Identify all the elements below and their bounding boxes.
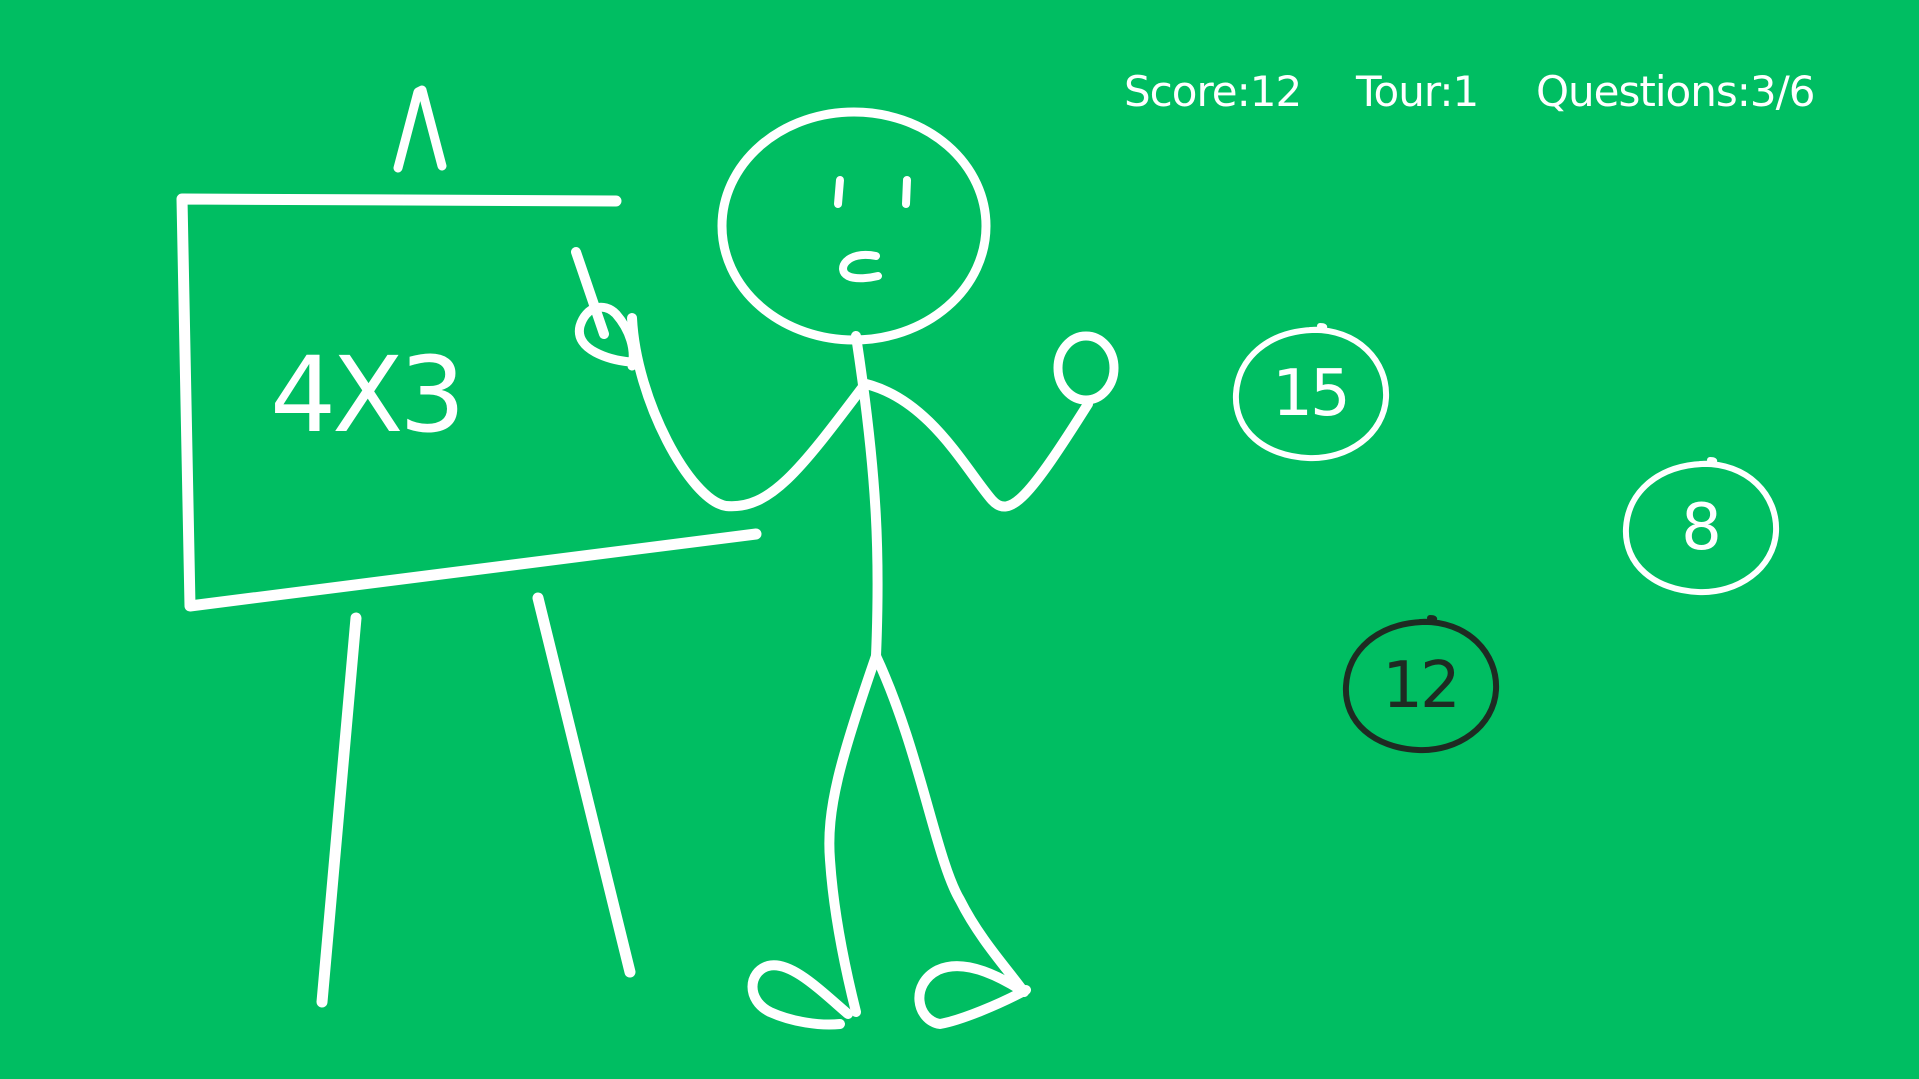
easel-left-leg	[316, 612, 362, 1008]
stickman-right-hand	[1053, 331, 1119, 405]
score-label: Score:12	[1124, 67, 1302, 116]
answer-bubble-selected[interactable]: 12	[1338, 614, 1502, 758]
answer-label: 8	[1681, 491, 1722, 565]
game-stage: Score:12 Tour:1 Questions:3/6 4X3 15 8 1…	[0, 0, 1919, 1079]
answer-label: 15	[1272, 357, 1350, 431]
tour-label: Tour:1	[1356, 67, 1479, 116]
answer-label: 12	[1382, 649, 1460, 723]
stickman-left-eye	[834, 176, 844, 208]
questions-counter: Questions:3/6	[1536, 67, 1815, 116]
stickman-right-eye	[902, 176, 911, 208]
board-question: 4X3	[270, 334, 466, 456]
stickman-left-leg	[824, 651, 881, 1017]
stickman-left-arm	[627, 313, 867, 512]
answer-bubble[interactable]: 8	[1618, 456, 1782, 600]
stickman-mouth	[839, 250, 882, 283]
easel-right-leg	[532, 592, 636, 978]
stickman-right-arm	[861, 379, 1093, 512]
stickman-head	[717, 107, 991, 345]
stickman-right-leg	[871, 651, 1029, 997]
easel-hook	[393, 85, 447, 173]
stickman-left-foot	[747, 960, 853, 1030]
answer-bubble[interactable]: 15	[1228, 322, 1392, 466]
